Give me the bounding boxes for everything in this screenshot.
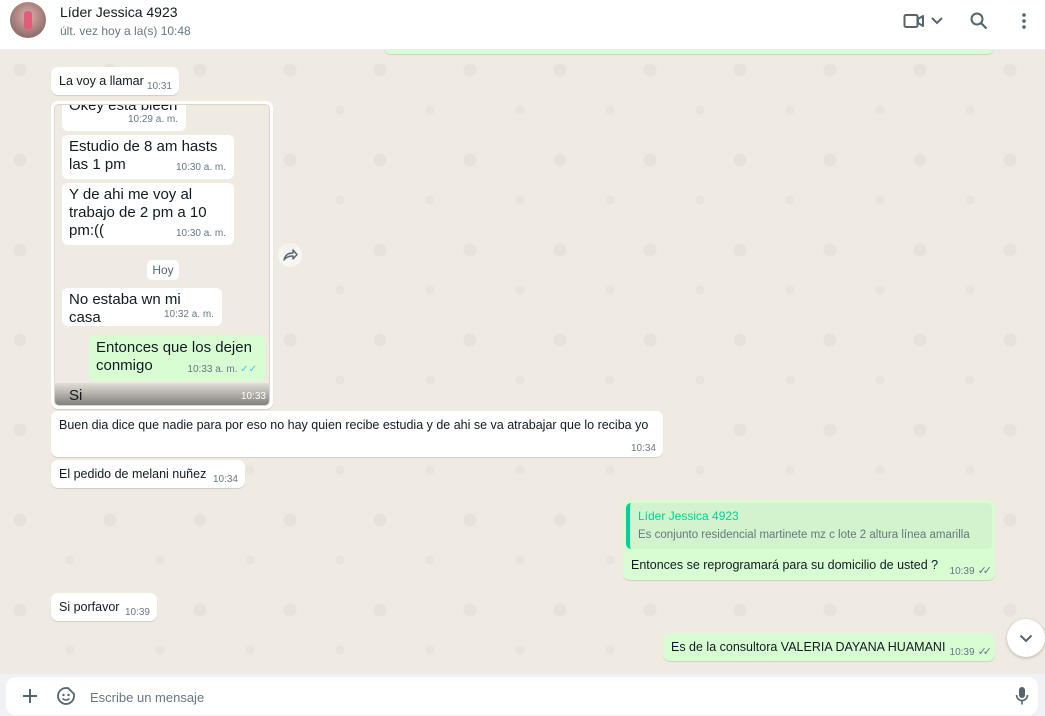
image-chat-bubble: Estudio de 8 am hasts las 1 pm 10:30 a. …: [62, 135, 234, 179]
message-bubble-reply[interactable]: Líder Jessica 4923 Es conjunto residenci…: [623, 500, 995, 580]
message-time: 10:33: [240, 391, 266, 402]
message-time: 10:31: [146, 81, 172, 92]
message-input[interactable]: [90, 686, 990, 708]
composer-box: [6, 677, 1038, 715]
message-text: Buen dia dice que nadie para por eso no …: [59, 418, 649, 432]
last-seen-status: últ. vez hoy a la(s) 10:48: [60, 24, 191, 38]
chat-header: Líder Jessica 4923 últ. vez hoy a la(s) …: [0, 0, 1045, 50]
video-call-icon[interactable]: [902, 9, 926, 33]
contact-name[interactable]: Líder Jessica 4923: [60, 4, 178, 20]
message-time: 10:34: [630, 443, 656, 454]
chat-screenshot-image[interactable]: Okey esta bieen 10:29 a. m. Estudio de 8…: [54, 104, 270, 406]
menu-icon[interactable]: [1012, 9, 1036, 33]
chat-area[interactable]: La voy a llamar 10:31 Okey esta bieen 10…: [0, 50, 1045, 674]
message-text: Si porfavor: [59, 600, 120, 614]
chevron-down-icon: [1019, 634, 1033, 642]
image-chat-bubble: Okey esta bieen 10:29 a. m.: [62, 105, 186, 131]
quoted-message[interactable]: Líder Jessica 4923 Es conjunto residenci…: [626, 503, 992, 549]
message-text: Es de la consultora VALERIA DAYANA HUAMA…: [671, 640, 946, 654]
image-chat-bubble: No estaba wn mi casa 10:32 a. m.: [62, 288, 222, 326]
message-bubble[interactable]: Si porfavor 10:39: [51, 593, 157, 621]
scroll-to-bottom-button[interactable]: [1007, 619, 1045, 657]
message-text: El pedido de melani nuñez: [59, 467, 207, 481]
message-time: 10:34: [212, 474, 238, 485]
microphone-icon[interactable]: [1010, 684, 1034, 708]
sticker-icon[interactable]: [54, 684, 78, 708]
chevron-down-icon[interactable]: [928, 9, 946, 33]
delivered-ticks-icon: ✓✓: [977, 565, 993, 577]
search-icon[interactable]: [967, 9, 991, 33]
message-bubble[interactable]: El pedido de melani nuñez 10:34: [51, 460, 245, 488]
forward-icon[interactable]: [278, 243, 302, 267]
quoted-author: Líder Jessica 4923: [638, 509, 739, 523]
message-bubble[interactable]: Es de la consultora VALERIA DAYANA HUAMA…: [663, 633, 995, 661]
image-chat-bubble: Entonces que los dejen conmigo 10:33 a. …: [89, 335, 265, 381]
quoted-text: Es conjunto residencial martinete mz c l…: [638, 529, 970, 541]
image-message[interactable]: Okey esta bieen 10:29 a. m. Estudio de 8…: [51, 101, 273, 409]
message-bubble[interactable]: La voy a llamar 10:31: [51, 67, 179, 95]
image-chat-bubble: Y de ahi me voy al trabajo de 2 pm a 10 …: [62, 183, 234, 245]
message-time: 10:39 ✓✓: [949, 646, 993, 658]
contact-avatar[interactable]: [10, 2, 46, 38]
message-time: 10:39: [124, 607, 150, 618]
message-composer: [0, 674, 1045, 716]
plus-icon[interactable]: [18, 684, 42, 708]
message-text: Entonces se reprogramará para su domicil…: [631, 558, 939, 572]
day-divider: Hoy: [147, 260, 179, 280]
message-bubble[interactable]: Buen dia dice que nadie para por eso no …: [51, 411, 663, 457]
delivered-ticks-icon: ✓✓: [977, 646, 993, 658]
message-time: 10:39 ✓✓: [949, 565, 993, 577]
image-bottom-shade: Si 10:33: [55, 383, 269, 405]
message-bubble-partial: [384, 50, 994, 54]
message-text: La voy a llamar: [59, 74, 144, 88]
